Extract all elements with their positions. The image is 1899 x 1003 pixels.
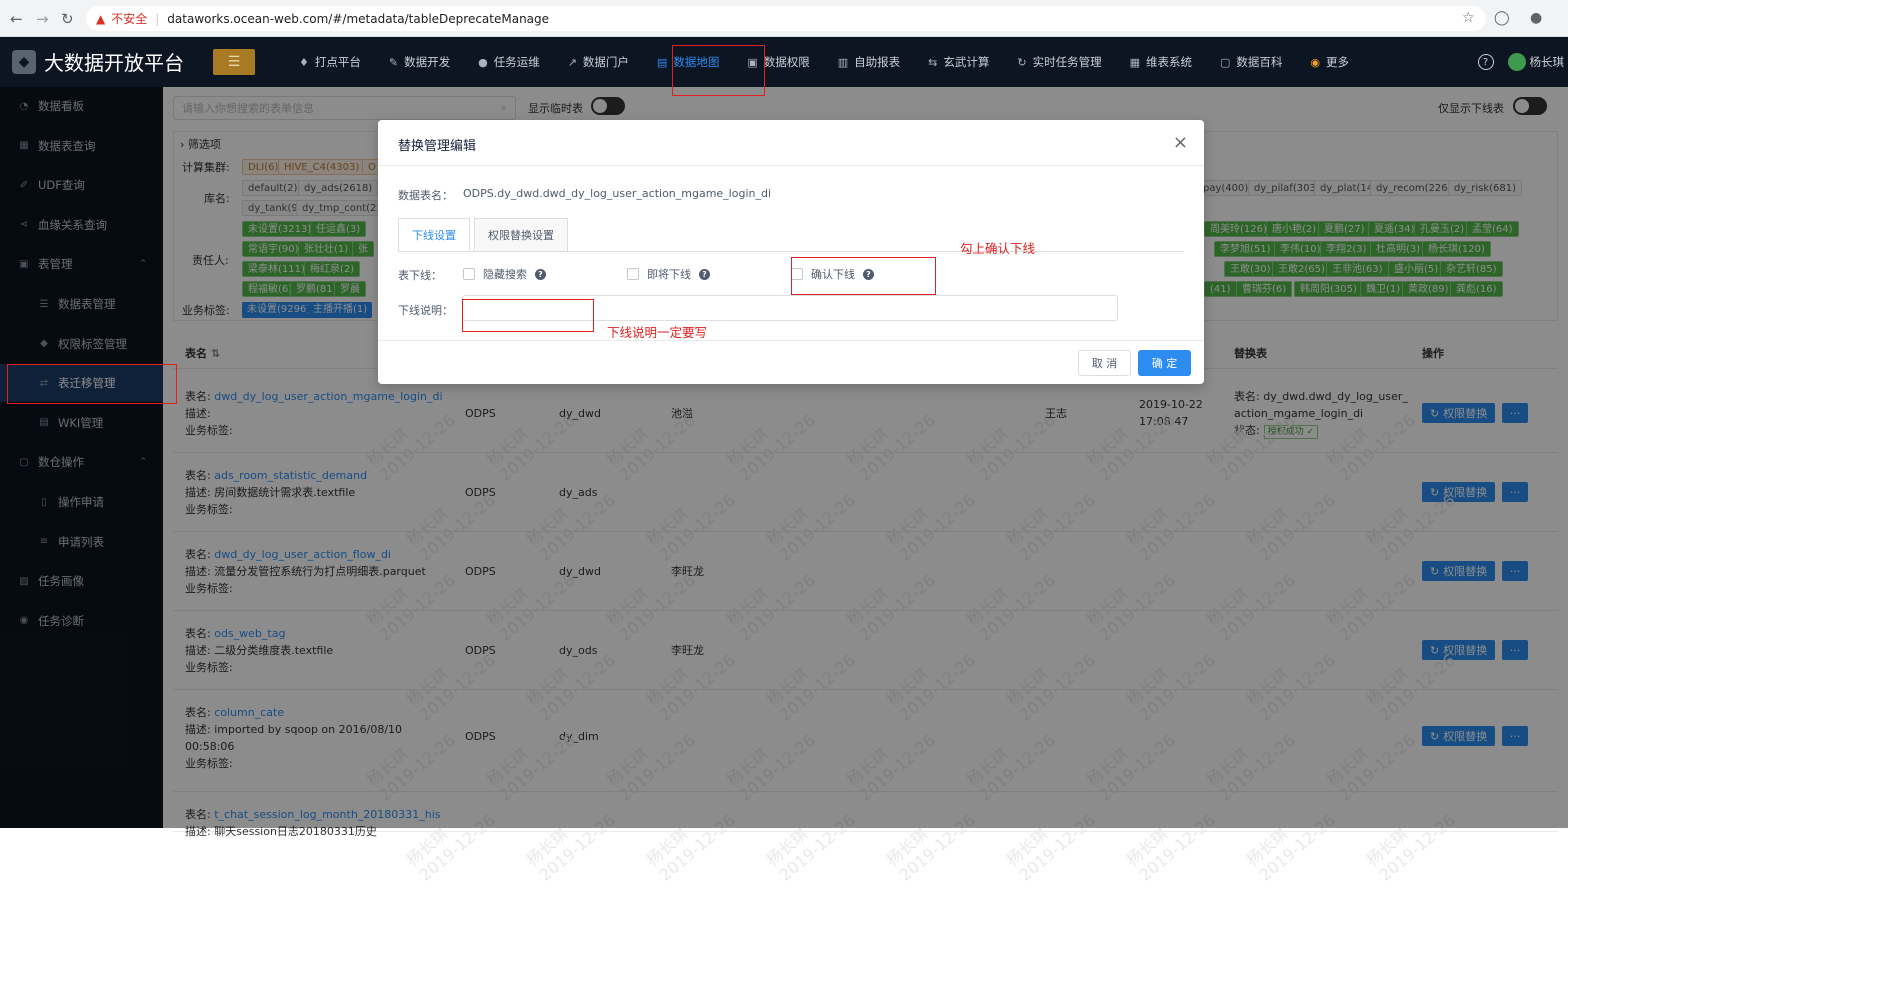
question-icon[interactable]: ? xyxy=(863,268,874,280)
question-icon[interactable]: ? xyxy=(699,268,710,280)
offline-label: 表下线： xyxy=(398,269,442,282)
forward-icon[interactable]: → xyxy=(36,10,49,28)
bulb-icon: ♦ xyxy=(299,55,309,69)
pen-icon: ✎ xyxy=(388,55,399,69)
nav-item-4[interactable]: ▤ 数据地图 xyxy=(643,37,733,87)
nav-item-5[interactable]: ▣ 数据权限 xyxy=(733,37,823,87)
nav-item-10[interactable]: ▢ 数据百科 xyxy=(1206,37,1296,87)
nav-item-label: 打点平台 xyxy=(314,55,361,69)
map-doc-icon: ▤ xyxy=(656,55,668,69)
nav-item-label: 数据门户 xyxy=(582,55,629,69)
refresh-icon: ↻ xyxy=(1017,55,1027,69)
url-text: dataworks.ocean-web.com/#/metadata/table… xyxy=(167,11,550,26)
nav-item-0[interactable]: ♦ 打点平台 xyxy=(285,37,375,87)
checkbox-box[interactable] xyxy=(791,268,803,280)
modal-title: 替换管理编辑 xyxy=(398,139,477,154)
nav-item-6[interactable]: ▥ 自助报表 xyxy=(824,37,914,87)
lock-icon: ▣ xyxy=(747,55,758,69)
logo-icon: ◆ xyxy=(12,49,36,74)
nav-item-label: 实时任务管理 xyxy=(1032,55,1102,69)
app-title: 大数据开放平台 xyxy=(44,51,184,75)
tab-offline-settings[interactable]: 下线设置 xyxy=(398,218,470,251)
table-name-value: ODPS.dy_dwd.dwd_dy_log_user_action_mgame… xyxy=(463,187,772,200)
nav-item-7[interactable]: ⇆ 玄武计算 xyxy=(914,37,1003,87)
nav-item-8[interactable]: ↻ 实时任务管理 xyxy=(1003,37,1115,87)
soon-offline-checkbox[interactable]: 即将下线 ? xyxy=(627,266,710,282)
reload-icon[interactable]: ↻ xyxy=(61,10,74,28)
hamburger-icon: ☰ xyxy=(227,54,241,70)
pin-icon: ● xyxy=(478,55,488,69)
nav-item-2[interactable]: ● 任务运维 xyxy=(464,37,554,87)
nav-item-3[interactable]: ↗ 数据门户 xyxy=(554,37,643,87)
nav-item-1[interactable]: ✎ 数据开发 xyxy=(375,37,464,87)
warning-icon: ▲ xyxy=(96,11,106,26)
table-name-label: 数据表名： xyxy=(398,189,453,202)
question-icon[interactable]: ? xyxy=(535,268,546,280)
confirm-button[interactable]: 确 定 xyxy=(1138,350,1191,376)
nav-item-label: 更多 xyxy=(1326,55,1349,69)
user-area: ? 杨长琪 xyxy=(1477,37,1569,87)
close-icon[interactable]: × xyxy=(1173,132,1188,153)
nav-item-11[interactable]: ◉ 更多 xyxy=(1296,37,1363,87)
bar-chart-icon: ▥ xyxy=(837,55,849,69)
nav-item-label: 自助报表 xyxy=(854,55,901,69)
tab-permission-replace[interactable]: 权限替换设置 xyxy=(474,218,568,251)
swap-icon: ⇆ xyxy=(928,55,938,69)
checkbox-label: 确认下线 xyxy=(811,268,855,281)
checkbox-box[interactable] xyxy=(627,268,639,280)
chart-line-icon: ↗ xyxy=(567,55,577,69)
app-logo[interactable]: ◆ 大数据开放平台 xyxy=(12,47,184,76)
checkbox-box[interactable] xyxy=(463,268,475,280)
nav-item-label: 任务运维 xyxy=(493,55,540,69)
nav-item-label: 数据权限 xyxy=(763,55,810,69)
checkbox-label: 即将下线 xyxy=(647,268,691,281)
help-icon[interactable]: ? xyxy=(1477,54,1494,70)
checkbox-label: 隐藏搜索 xyxy=(483,268,527,281)
menu-toggle-button[interactable]: ☰ xyxy=(213,49,255,75)
profile-icon[interactable]: ● xyxy=(1530,10,1542,26)
star-icon[interactable]: ☆ xyxy=(1462,10,1475,26)
avatar[interactable] xyxy=(1507,53,1526,71)
confirm-offline-checkbox[interactable]: 确认下线 ? xyxy=(791,266,874,282)
modal-divider xyxy=(378,165,1204,166)
address-bar[interactable]: ▲ 不安全 | dataworks.ocean-web.com/#/metada… xyxy=(86,6,1486,31)
cancel-button[interactable]: 取 消 xyxy=(1078,350,1131,376)
nav-item-label: 数据开发 xyxy=(404,55,451,69)
replace-edit-modal: 替换管理编辑 × 数据表名： ODPS.dy_dwd.dwd_dy_log_us… xyxy=(378,120,1204,384)
browser-toolbar: ← → ↻ ▲ 不安全 | dataworks.ocean-web.com/#/… xyxy=(0,0,1568,37)
book-icon: ▢ xyxy=(1219,55,1231,69)
url-separator: | xyxy=(155,11,160,26)
insecure-label: 不安全 xyxy=(111,12,148,26)
table-icon: ▦ xyxy=(1129,55,1140,69)
desc-label: 下线说明： xyxy=(398,304,453,317)
nav-item-label: 数据地图 xyxy=(673,55,720,69)
nav-item-label: 玄武计算 xyxy=(943,55,990,69)
nav-item-label: 维表系统 xyxy=(1145,55,1192,69)
annotation-desc-required: 下线说明一定要写 xyxy=(607,325,708,340)
user-name[interactable]: 杨长琪 xyxy=(1530,54,1565,70)
hide-search-checkbox[interactable]: 隐藏搜索 ? xyxy=(463,266,546,282)
offline-desc-input[interactable] xyxy=(462,295,1118,321)
back-icon[interactable]: ← xyxy=(10,10,23,28)
more-circle-icon: ◉ xyxy=(1310,55,1320,69)
modal-footer-divider xyxy=(378,340,1204,341)
main-nav: ♦ 打点平台 ✎ 数据开发 ● 任务运维 ↗ 数据门户 ▤ 数据地图 ▣ 数据权限 ▥ 自助报表 ⇆ 玄武计算… xyxy=(285,37,1363,87)
annotation-confirm-offline: 勾上确认下线 xyxy=(960,241,1036,256)
nav-item-label: 数据百科 xyxy=(1236,55,1283,69)
tab-underline xyxy=(398,251,1184,252)
extension-icon[interactable]: ◯ xyxy=(1494,10,1510,26)
top-nav-bar: ◆ 大数据开放平台 ☰ ♦ 打点平台 ✎ 数据开发 ● 任务运维 ↗ 数据门户 ▤ 数据地图 ▣ 数据… xyxy=(0,37,1568,87)
nav-item-9[interactable]: ▦ 维表系统 xyxy=(1116,37,1206,87)
